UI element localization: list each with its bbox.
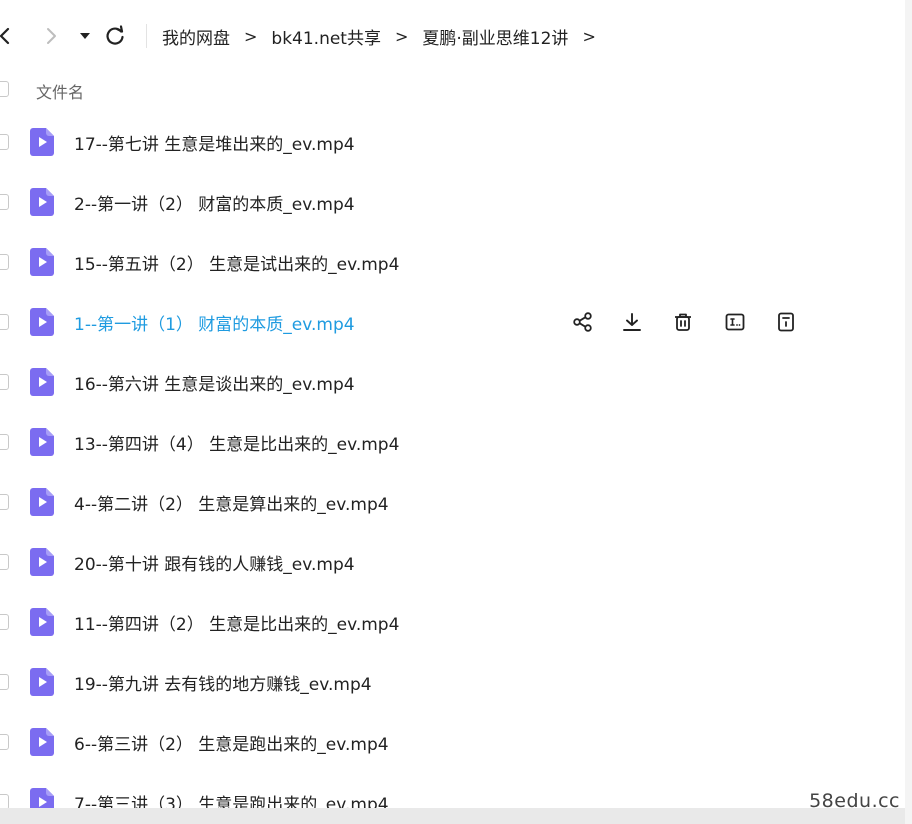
file-name[interactable]: 17--第七讲 生意是堆出来的_ev.mp4 <box>74 130 355 155</box>
file-name[interactable]: 11--第四讲（2） 生意是比出来的_ev.mp4 <box>74 610 399 635</box>
row-checkbox[interactable] <box>0 374 9 390</box>
row-checkbox[interactable] <box>0 554 9 570</box>
breadcrumb-item-my-drive[interactable]: 我的网盘 <box>162 24 230 49</box>
file-name[interactable]: 20--第十讲 跟有钱的人赚钱_ev.mp4 <box>74 550 355 575</box>
file-browser-panel: 我的网盘 > bk41.net共享 > 夏鹏·副业思维12讲 > 文件名 17-… <box>0 0 907 816</box>
row-checkbox[interactable] <box>0 614 9 630</box>
back-button[interactable] <box>0 22 18 50</box>
file-row[interactable]: 15--第五讲（2） 生意是试出来的_ev.mp4 <box>0 232 905 292</box>
breadcrumb-separator: > <box>582 26 596 46</box>
file-name[interactable]: 16--第六讲 生意是谈出来的_ev.mp4 <box>74 370 355 395</box>
delete-icon <box>672 311 694 333</box>
share-icon <box>572 311 594 333</box>
row-checkbox[interactable] <box>0 734 9 750</box>
video-file-icon <box>30 368 54 396</box>
file-row[interactable]: 19--第九讲 去有钱的地方赚钱_ev.mp4 <box>0 652 905 712</box>
file-row[interactable]: 6--第三讲（2） 生意是跑出来的_ev.mp4 <box>0 712 905 772</box>
file-row[interactable]: 17--第七讲 生意是堆出来的_ev.mp4 <box>0 112 905 172</box>
breadcrumb-item-shared[interactable]: bk41.net共享 <box>271 24 381 49</box>
chevron-right-icon <box>47 28 56 44</box>
row-checkbox[interactable] <box>0 674 9 690</box>
breadcrumb-item-current-folder[interactable]: 夏鹏·副业思维12讲 <box>422 24 568 49</box>
video-file-icon <box>30 128 54 156</box>
file-name[interactable]: 4--第二讲（2） 生意是算出来的_ev.mp4 <box>74 490 389 515</box>
file-row[interactable]: 16--第六讲 生意是谈出来的_ev.mp4 <box>0 352 905 412</box>
share-button[interactable] <box>570 309 596 335</box>
toolbar-divider <box>146 24 147 48</box>
video-file-icon <box>30 668 54 696</box>
details-button[interactable] <box>773 309 799 335</box>
video-file-icon <box>30 728 54 756</box>
file-row[interactable]: 4--第二讲（2） 生意是算出来的_ev.mp4 <box>0 472 905 532</box>
toolbar: 我的网盘 > bk41.net共享 > 夏鹏·副业思维12讲 > <box>0 0 905 70</box>
row-checkbox[interactable] <box>0 314 9 330</box>
video-file-icon <box>30 608 54 636</box>
row-checkbox[interactable] <box>0 494 9 510</box>
caret-down-icon <box>80 33 90 39</box>
video-file-icon <box>30 188 54 216</box>
video-file-icon <box>30 548 54 576</box>
file-name[interactable]: 6--第三讲（2） 生意是跑出来的_ev.mp4 <box>74 730 389 755</box>
file-name[interactable]: 15--第五讲（2） 生意是试出来的_ev.mp4 <box>74 250 399 275</box>
download-button[interactable] <box>619 309 645 335</box>
row-checkbox[interactable] <box>0 134 9 150</box>
history-dropdown-button[interactable] <box>72 22 98 50</box>
refresh-button[interactable] <box>102 22 128 50</box>
watermark: 58edu.cc <box>809 790 900 812</box>
rename-icon <box>724 311 746 333</box>
breadcrumb: 我的网盘 > bk41.net共享 > 夏鹏·副业思维12讲 > <box>162 22 610 50</box>
file-row[interactable]: 20--第十讲 跟有钱的人赚钱_ev.mp4 <box>0 532 905 592</box>
video-file-icon <box>30 428 54 456</box>
delete-button[interactable] <box>670 309 696 335</box>
file-row[interactable]: 2--第一讲（2） 财富的本质_ev.mp4 <box>0 172 905 232</box>
row-checkbox[interactable] <box>0 434 9 450</box>
file-name[interactable]: 13--第四讲（4） 生意是比出来的_ev.mp4 <box>74 430 399 455</box>
breadcrumb-separator: > <box>394 26 409 46</box>
window-edge <box>905 0 912 824</box>
rename-button[interactable] <box>722 309 748 335</box>
file-row[interactable]: 1--第一讲（1） 财富的本质_ev.mp4 <box>0 292 905 352</box>
video-file-icon <box>30 308 54 336</box>
details-icon <box>775 311 797 333</box>
file-row[interactable]: 11--第四讲（2） 生意是比出来的_ev.mp4 <box>0 592 905 652</box>
file-row[interactable]: 13--第四讲（4） 生意是比出来的_ev.mp4 <box>0 412 905 472</box>
select-all-checkbox[interactable] <box>0 81 9 97</box>
video-file-icon <box>30 248 54 276</box>
horizontal-scrollbar[interactable] <box>0 808 905 824</box>
row-checkbox[interactable] <box>0 254 9 270</box>
file-name[interactable]: 1--第一讲（1） 财富的本质_ev.mp4 <box>74 310 355 335</box>
breadcrumb-separator: > <box>244 26 258 46</box>
refresh-icon <box>106 25 124 45</box>
chevron-left-icon <box>0 27 10 45</box>
column-header-filename[interactable]: 文件名 <box>36 79 84 103</box>
video-file-icon <box>30 488 54 516</box>
download-icon <box>621 311 643 333</box>
forward-button[interactable] <box>38 22 64 50</box>
file-name[interactable]: 19--第九讲 去有钱的地方赚钱_ev.mp4 <box>74 670 372 695</box>
row-checkbox[interactable] <box>0 194 9 210</box>
file-name[interactable]: 2--第一讲（2） 财富的本质_ev.mp4 <box>74 190 355 215</box>
file-list-header: 文件名 <box>0 70 905 108</box>
